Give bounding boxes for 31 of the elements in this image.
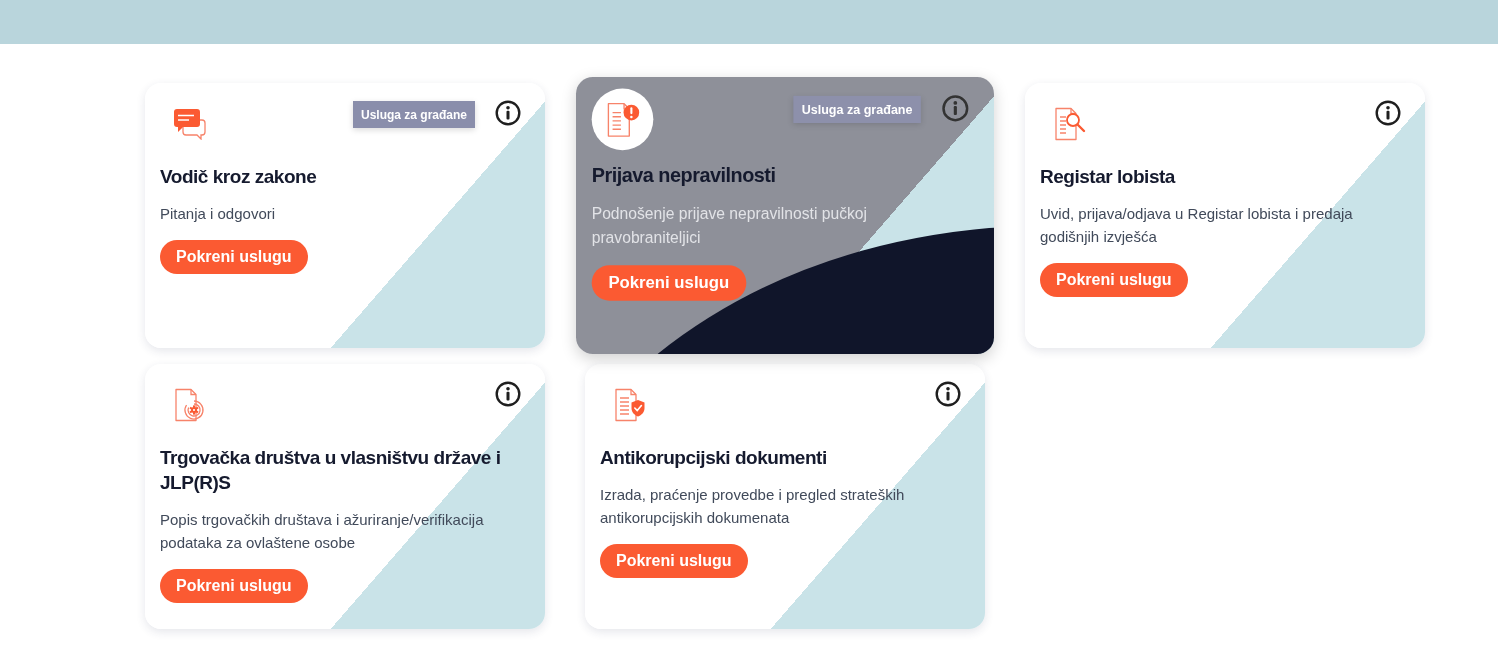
start-service-button[interactable]: Pokreni uslugu (160, 569, 308, 603)
document-alert-icon (605, 101, 640, 138)
card-description: Pitanja i odgovori (160, 204, 276, 224)
info-icon[interactable] (1375, 100, 1401, 126)
start-service-button[interactable]: Pokreni uslugu (1040, 263, 1188, 297)
start-service-button[interactable]: Pokreni uslugu (600, 544, 748, 578)
start-service-button[interactable]: Pokreni uslugu (591, 265, 746, 301)
info-icon[interactable] (495, 381, 521, 407)
card-title: Registar lobista (1040, 165, 1175, 189)
card-description: Uvid, prijava/odjava u Registar lobista i predaja godišnjih izvješća (1040, 204, 1354, 247)
start-service-button[interactable]: Pokreni uslugu (160, 240, 308, 274)
service-card[interactable]: Registar lobista Uvid, prijava/odjava u Registar lobista i predaja godišnjih izvješća Pokreni uslugu (1025, 83, 1425, 348)
info-icon[interactable] (495, 100, 521, 126)
card-description: Izrada, praćenje provedbe i pregled strateških antikorupcijskih dokumenata (600, 485, 906, 528)
document-search-icon (1053, 106, 1086, 141)
service-tag: Usluga za građane (793, 95, 921, 123)
chat-bubbles-icon (173, 107, 206, 140)
service-card[interactable]: Trgovačka društva u vlasništvu države i JLP(R)S Popis trgovačkih društava i ažuriranje/verifikacija podataka za ovlaštene osobe Pokreni uslugu (145, 364, 545, 629)
service-card[interactable]: Usluga za građane Vodič kroz zakone Pitanja i odgovori Pokreni uslugu (145, 83, 545, 348)
service-tag: Usluga za građane (352, 101, 475, 128)
card-title: Antikorupcijski dokumenti (600, 446, 827, 470)
document-shield-icon (613, 387, 646, 422)
card-title: Trgovačka društva u vlasništvu države i JLP(R)S (160, 446, 502, 495)
card-description: Popis trgovačkih društava i ažuriranje/verifikacija podataka za ovlaštene osobe (160, 510, 485, 553)
card-title: Vodič kroz zakone (160, 165, 317, 189)
card-description: Podnošenje prijave nepravilnosti pučkoj pravobraniteljici (591, 203, 869, 249)
info-icon[interactable] (935, 381, 961, 407)
document-gear-icon (173, 387, 206, 422)
card-title: Prijava nepravilnosti (591, 162, 776, 188)
service-card[interactable]: Antikorupcijski dokumenti Izrada, praćenje provedbe i pregled strateških antikorupcijskih dokumenata Pokreni uslugu (585, 364, 985, 629)
service-card[interactable]: Usluga za građane Prijava nepravilnosti Podnošenje prijave nepravilnosti pučkoj pravobraniteljici Pokreni uslugu (576, 77, 994, 354)
